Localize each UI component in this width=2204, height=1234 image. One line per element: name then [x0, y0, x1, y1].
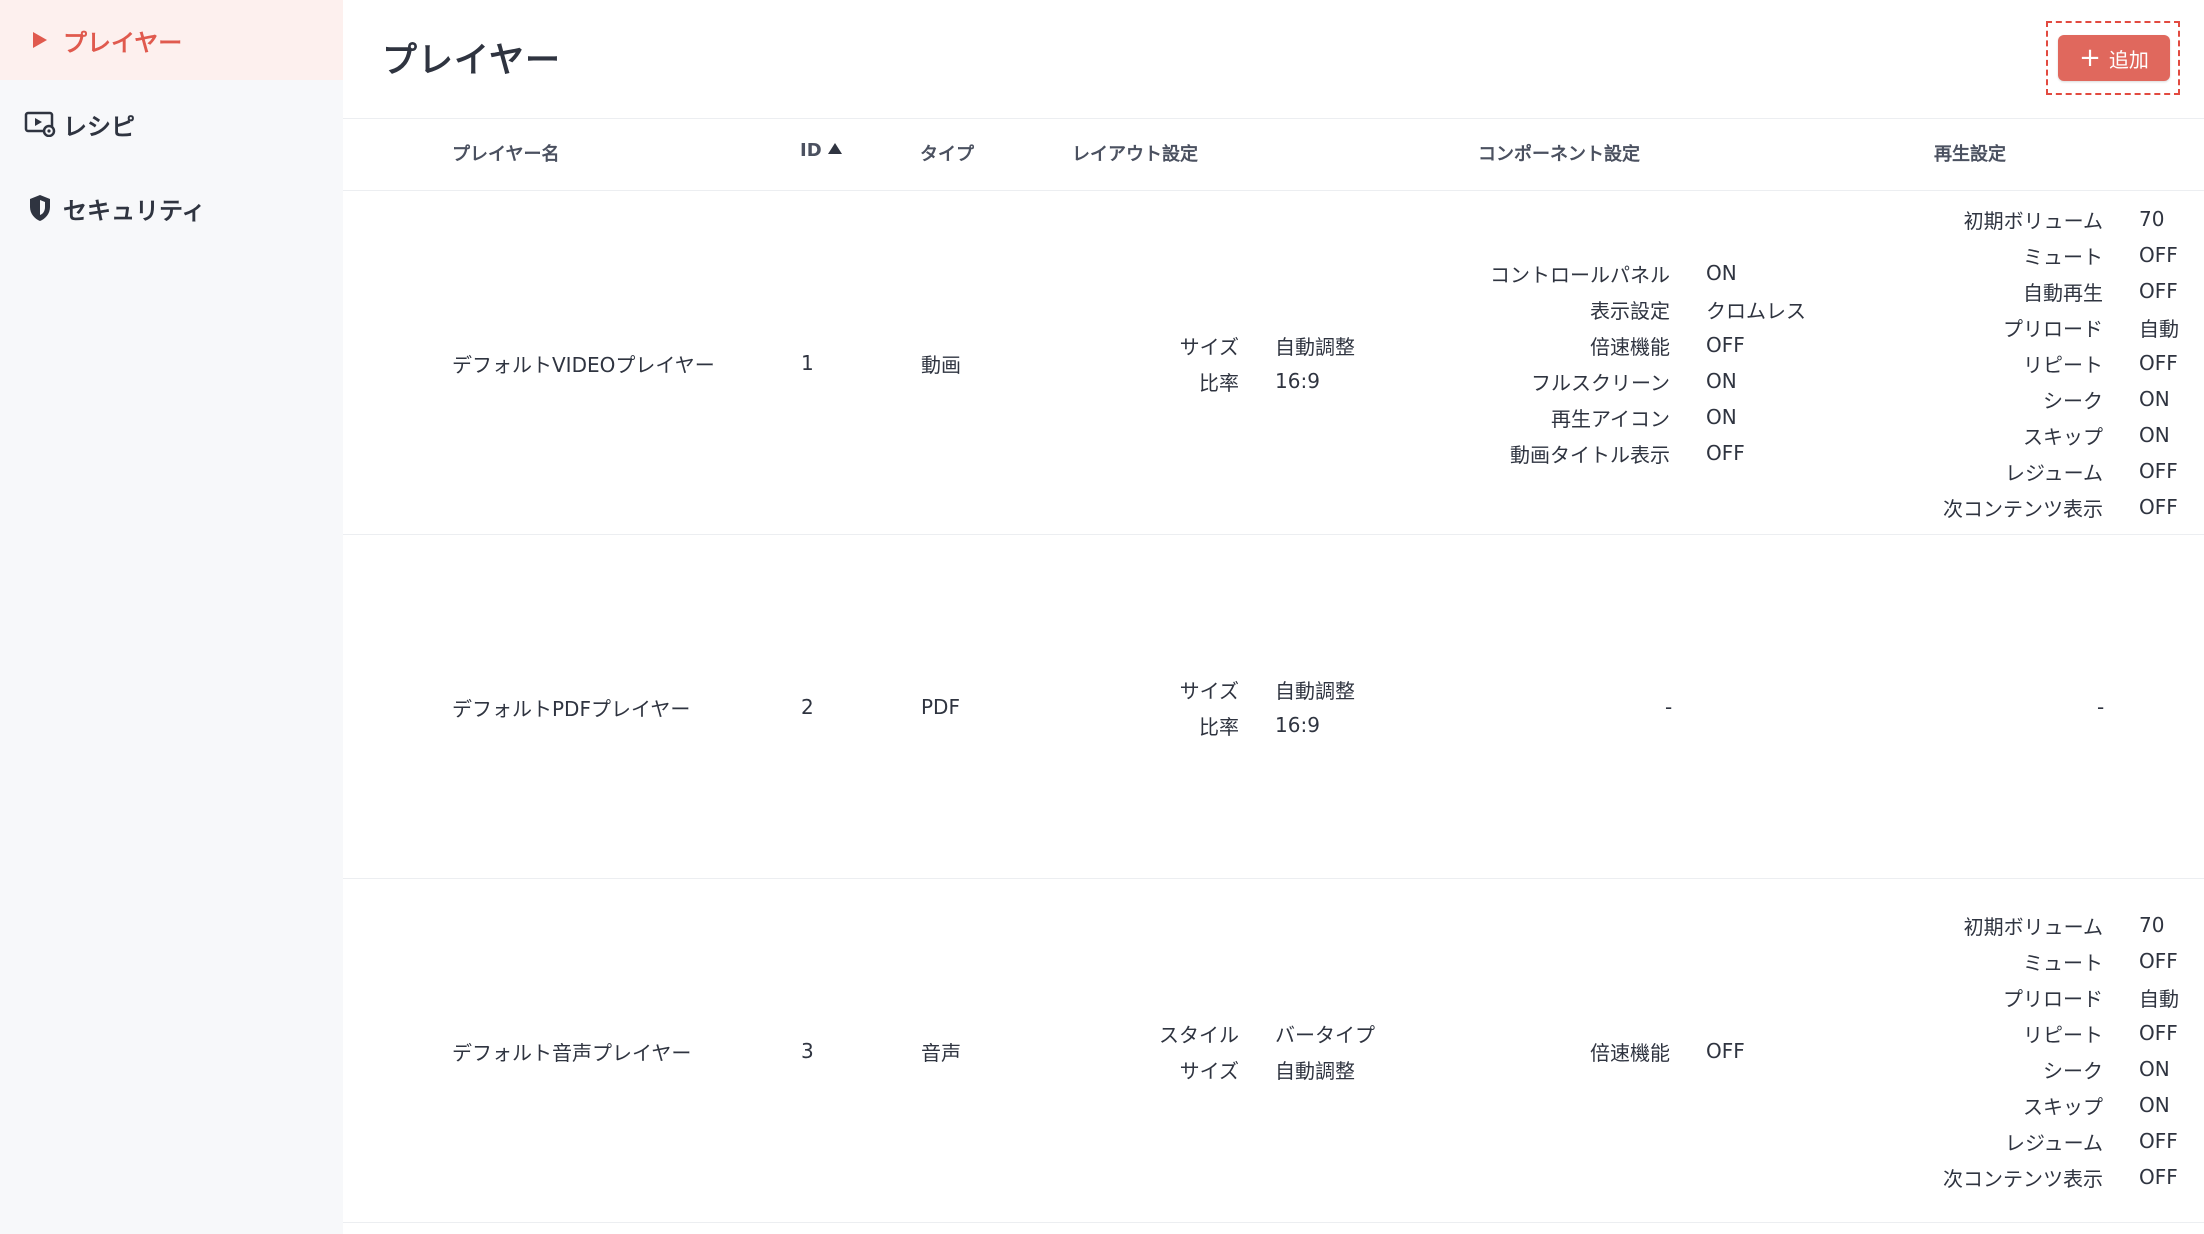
setting-item: 再生アイコン ON	[1551, 405, 1737, 431]
setting-item: プリロード 自動	[2003, 986, 2179, 1011]
setting-item: 次コンテンツ表示 OFF	[1943, 1165, 2178, 1191]
setting-item: 比率 16:9	[1199, 713, 1320, 739]
sidebar-item-recipe[interactable]: レシピ	[0, 84, 343, 164]
setting-item: 比率 16:9	[1199, 369, 1320, 395]
component-settings: 倍速機能 OFF	[1443, 880, 1745, 1222]
playback-settings: 初期ボリューム 70 ミュート OFF プリロード 自動 リピート OFF シーク ON …	[1903, 880, 2179, 1222]
player-name: デフォルトPDFプレイヤー	[452, 696, 691, 721]
setting-item: サイズ 自動調整	[1179, 678, 1355, 703]
sidebar: プレイヤー レシピ セキュリティ	[0, 0, 343, 1234]
setting-item: 次コンテンツ表示 OFF	[1943, 495, 2178, 521]
play-icon	[20, 31, 60, 49]
layout-settings: スタイル バータイプ サイズ 自動調整	[1043, 880, 1375, 1222]
sidebar-item-label: セキュリティ	[63, 196, 206, 225]
column-header-id-label: ID	[800, 140, 822, 161]
component-settings-empty: -	[1665, 695, 1673, 719]
table-row[interactable]: デフォルトPDFプレイヤー 2 PDF サイズ 自動調整 比率 16:9 - -	[343, 536, 2204, 878]
page-title: プレイヤー	[382, 41, 561, 81]
setting-item: 初期ボリューム 70	[1963, 207, 2165, 233]
setting-item: プリロード 自動	[2003, 316, 2179, 341]
setting-item: シーク ON	[2043, 387, 2170, 413]
setting-item: ミュート OFF	[2023, 243, 2178, 269]
setting-item: コントロールパネル ON	[1490, 261, 1737, 287]
plus-icon: +	[2079, 43, 2101, 73]
add-button[interactable]: + 追加	[2058, 35, 2170, 81]
column-header-playback[interactable]: 再生設定	[1934, 140, 2006, 166]
sidebar-item-label: プレイヤー	[63, 28, 183, 57]
player-id: 3	[801, 1039, 814, 1063]
setting-item: シーク ON	[2043, 1057, 2170, 1083]
divider	[343, 534, 2204, 535]
column-header-id[interactable]: ID	[800, 140, 842, 161]
column-header-type[interactable]: タイプ	[920, 140, 974, 166]
column-header-name[interactable]: プレイヤー名	[452, 140, 559, 166]
setting-item: レジューム OFF	[2005, 1129, 2178, 1155]
divider	[343, 190, 2204, 191]
setting-item: フルスクリーン ON	[1531, 369, 1737, 395]
divider	[343, 878, 2204, 879]
setting-item: ミュート OFF	[2023, 949, 2178, 975]
recipe-icon	[20, 111, 60, 137]
shield-icon	[20, 194, 60, 222]
setting-item: スキップ ON	[2023, 1093, 2170, 1119]
column-header-layout[interactable]: レイアウト設定	[1072, 140, 1198, 166]
setting-item: リピート OFF	[2023, 1021, 2178, 1047]
table-row[interactable]: デフォルトVIDEOプレイヤー 1 動画 サイズ 自動調整 比率 16:9 コントロ…	[343, 192, 2204, 534]
setting-item: スタイル バータイプ	[1159, 1022, 1375, 1047]
setting-item: 自動再生 OFF	[2023, 279, 2178, 305]
player-id: 2	[801, 695, 814, 719]
player-type: 動画	[921, 352, 961, 377]
playback-settings: 初期ボリューム 70 ミュート OFF 自動再生 OFF プリロード 自動 リピート OF…	[1903, 192, 2179, 534]
add-button-label: 追加	[2108, 47, 2149, 72]
sidebar-item-player[interactable]: プレイヤー	[0, 0, 343, 80]
setting-item: サイズ 自動調整	[1179, 1058, 1355, 1083]
setting-item: 初期ボリューム 70	[1963, 913, 2165, 939]
column-header-component[interactable]: コンポーネント設定	[1478, 140, 1640, 166]
setting-item: リピート OFF	[2023, 351, 2178, 377]
setting-item: 表示設定 クロムレス	[1590, 298, 1806, 323]
player-name: デフォルトVIDEOプレイヤー	[452, 352, 715, 377]
sort-ascending-icon	[827, 143, 842, 154]
sidebar-item-label: レシピ	[63, 112, 135, 141]
player-type: 音声	[921, 1040, 961, 1065]
divider	[343, 1222, 2204, 1223]
sidebar-item-security[interactable]: セキュリティ	[0, 168, 343, 248]
playback-settings-empty: -	[2097, 695, 2105, 719]
setting-item: レジューム OFF	[2005, 459, 2178, 485]
setting-item: 倍速機能 OFF	[1590, 1039, 1745, 1065]
divider	[343, 118, 2204, 119]
setting-item: サイズ 自動調整	[1179, 334, 1355, 359]
player-type: PDF	[921, 695, 960, 719]
table-row[interactable]: デフォルト音声プレイヤー 3 音声 スタイル バータイプ サイズ 自動調整 倍速機能…	[343, 880, 2204, 1222]
player-name: デフォルト音声プレイヤー	[452, 1040, 692, 1065]
setting-item: スキップ ON	[2023, 423, 2170, 449]
setting-item: 動画タイトル表示 OFF	[1510, 441, 1745, 467]
player-id: 1	[801, 351, 814, 375]
component-settings: コントロールパネル ON 表示設定 クロムレス 倍速機能 OFF フルスクリーン ON …	[1443, 192, 1806, 534]
layout-settings: サイズ 自動調整 比率 16:9	[1043, 192, 1355, 534]
setting-item: 倍速機能 OFF	[1590, 333, 1745, 359]
layout-settings: サイズ 自動調整 比率 16:9	[1043, 536, 1355, 878]
